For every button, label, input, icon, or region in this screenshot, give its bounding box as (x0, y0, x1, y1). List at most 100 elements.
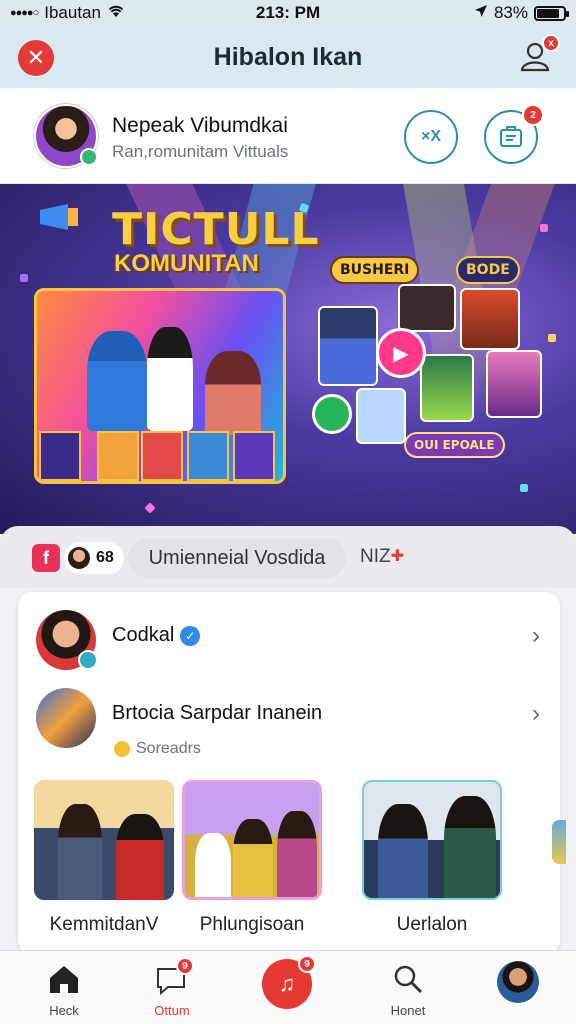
coin-icon (114, 741, 130, 757)
app-header: ✕ Hibalon Ikan x (0, 26, 576, 88)
confetti-shape (548, 334, 556, 342)
person-figure (195, 833, 231, 897)
list-item-label: Codkal (112, 624, 175, 646)
collage-thumb (97, 431, 139, 481)
list-item-subtitle-text: Soreadrs (136, 740, 201, 757)
person-figure (147, 327, 193, 431)
online-status-icon (80, 148, 98, 166)
chat-badge: 9 (176, 957, 194, 975)
person-figure (444, 796, 496, 898)
banner-sticker: BODE (456, 256, 520, 284)
filter-row: f 68 Umienneial Vosdida NIZ✚ (0, 526, 576, 588)
filter-extra[interactable]: NIZ✚ (360, 546, 404, 568)
person-figure (378, 804, 428, 898)
member-count-chip[interactable]: 68 (64, 542, 124, 574)
play-icon[interactable]: ▶ (376, 328, 426, 378)
member-count: 68 (96, 549, 114, 566)
page-title: Hibalon Ikan (213, 42, 363, 71)
share-button[interactable]: ×X (404, 110, 458, 164)
list-item-label: Brtocia Sarpdar Inanein (112, 702, 323, 724)
list-item-title[interactable]: Codkal ✓ (112, 624, 201, 647)
search-icon (390, 961, 426, 997)
nav-search-label: Honet (390, 1003, 426, 1018)
profile-row[interactable]: Nepeak Vibumdkai Ran,romunitam Vittuals … (0, 88, 576, 184)
list-item-title[interactable]: Brtocia Sarpdar Inanein (112, 702, 322, 725)
home-icon (46, 961, 82, 997)
person-figure (87, 331, 147, 431)
filter-pill[interactable]: Umienneial Vosdida (128, 538, 346, 578)
status-bar: ●●●●○ Ibautan 213: PM 83% (0, 0, 576, 26)
filter-extra-label: NIZ (360, 546, 391, 567)
banner-title: TICTULL (112, 204, 320, 255)
close-button[interactable]: ✕ (18, 40, 54, 76)
community-collage[interactable] (34, 288, 286, 484)
chat-icon: 9 (154, 957, 194, 997)
profile-name: Nepeak Vibumdkai (112, 114, 288, 137)
profile-subtitle: Ran,romunitam Vittuals (112, 142, 289, 161)
account-badge: x (542, 34, 560, 52)
avatar (68, 547, 90, 569)
photo-tile (356, 388, 406, 444)
collage-thumb (39, 431, 81, 481)
nav-home[interactable]: Heck (24, 961, 104, 1018)
group-photo[interactable] (362, 780, 502, 900)
banner-sticker: BUSHERI (330, 256, 420, 284)
close-icon: ✕ (26, 45, 46, 70)
notifications-button[interactable]: 2 (484, 104, 544, 164)
photo-tile (460, 288, 520, 350)
nav-profile[interactable] (478, 961, 558, 1003)
photo-tile (398, 284, 456, 332)
status-right: 83% (474, 3, 569, 23)
person-figure (116, 814, 164, 900)
social-icon[interactable]: f (32, 544, 60, 572)
signal-icon: ●●●●○ (10, 7, 39, 19)
list-item-subtitle: Soreadrs (114, 740, 201, 758)
collage-thumb (187, 431, 229, 481)
verified-icon: ✓ (180, 625, 201, 646)
bottom-nav: Heck 9 Ottum ♫ 9 Honet (0, 950, 576, 1024)
nav-search[interactable]: Honet (368, 961, 448, 1018)
megaphone-icon (40, 204, 78, 230)
carousel-next-hint[interactable] (552, 820, 566, 864)
banner-subtitle: KOMUNITAN (114, 250, 259, 277)
photo-tile (486, 350, 542, 418)
collage-thumb (233, 431, 275, 481)
plus-icon: ✚ (390, 548, 405, 565)
photo-caption: Uerlalon (396, 914, 468, 935)
photo-caption: KemmitdanV (49, 914, 159, 935)
share-button-label: ×X (420, 128, 441, 145)
group-photo[interactable] (182, 780, 322, 900)
wifi-icon (107, 3, 125, 23)
person-figure (277, 811, 317, 897)
photo-tile (318, 306, 378, 386)
filter-pill-label: Umienneial Vosdida (148, 546, 326, 569)
collage-thumb (141, 431, 183, 481)
hero-banner[interactable]: TICTULL KOMUNITAN BUSHERI BODE OUI EPOAL… (0, 184, 576, 534)
music-badge: 9 (298, 955, 316, 973)
battery-fill (537, 8, 559, 18)
phone-icon (312, 394, 352, 434)
nav-chat-label: Ottum (154, 1003, 190, 1018)
inbox-icon (500, 126, 522, 147)
chevron-right-icon[interactable]: › (532, 700, 540, 728)
music-note-icon: ♫ (278, 971, 296, 996)
avatar[interactable] (36, 688, 96, 748)
account-button[interactable]: x (518, 34, 560, 74)
photo-caption: Phlungisoan (199, 914, 305, 935)
confetti-shape (20, 274, 28, 282)
location-icon (474, 3, 488, 23)
confetti-shape (520, 484, 528, 492)
notifications-badge: 2 (522, 104, 544, 126)
confetti-shape (540, 224, 548, 232)
banner-sticker: OUI EPOALE (404, 432, 505, 458)
nav-chat[interactable]: 9 Ottum (132, 957, 212, 1018)
confetti-shape (144, 502, 156, 514)
carrier-name: Ibautan (44, 3, 101, 22)
nav-home-label: Heck (49, 1003, 79, 1018)
group-photo[interactable] (34, 780, 174, 900)
person-figure (58, 804, 102, 900)
music-button[interactable]: ♫ 9 (262, 955, 316, 1009)
community-card: Codkal ✓ › Brtocia Sarpdar Inanein Soread… (18, 592, 560, 954)
person-figure (205, 351, 261, 435)
chevron-right-icon[interactable]: › (532, 622, 540, 650)
